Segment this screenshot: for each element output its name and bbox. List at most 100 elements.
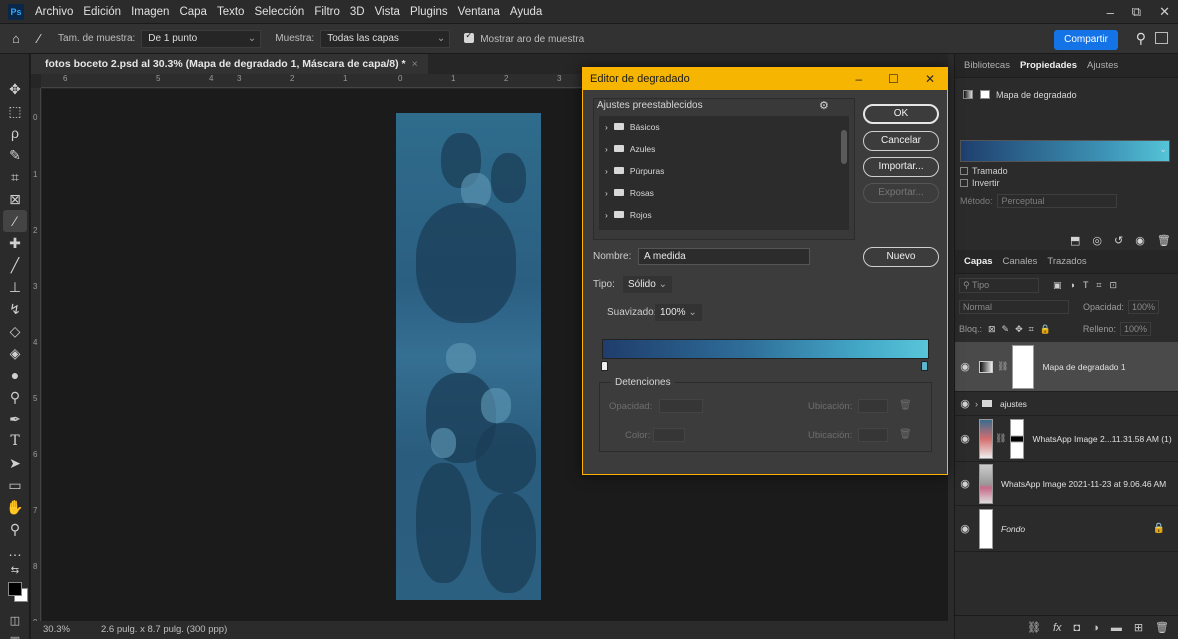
- pen-tool-icon[interactable]: ✒: [3, 408, 27, 430]
- export-button[interactable]: Exportar...: [863, 183, 939, 203]
- hand-tool-icon[interactable]: ✋: [3, 496, 27, 518]
- more-tools-icon[interactable]: …: [3, 540, 27, 562]
- trash-icon[interactable]: 🗑: [899, 400, 912, 411]
- ok-button[interactable]: OK: [863, 104, 939, 124]
- stop-color-location-field[interactable]: [858, 428, 888, 442]
- layer-mask-thumbnail[interactable]: [1010, 418, 1025, 459]
- visibility-icon[interactable]: ◉: [1135, 234, 1145, 247]
- document-info[interactable]: 2.6 pulg. x 8.7 pulg. (300 ppp): [101, 621, 227, 639]
- link-icon[interactable]: ⛓: [995, 433, 1006, 444]
- stop-location-field[interactable]: [858, 399, 888, 413]
- brush-tool-icon[interactable]: ╱: [3, 254, 27, 276]
- restore-icon[interactable]: ⧉: [1132, 4, 1141, 20]
- cancel-button[interactable]: Cancelar: [863, 131, 939, 151]
- preset-folder[interactable]: › Púrpuras: [599, 160, 849, 182]
- quick-mask-icon[interactable]: ◫: [3, 610, 27, 632]
- layer-row-background[interactable]: ◉ Fondo 🔒: [955, 506, 1178, 552]
- tab-libraries[interactable]: Bibliotecas: [959, 60, 1015, 71]
- quick-select-tool-icon[interactable]: ✎: [3, 144, 27, 166]
- reverse-option[interactable]: Invertir: [960, 178, 1000, 188]
- menu-filtro[interactable]: Filtro: [309, 0, 345, 24]
- move-tool-icon[interactable]: ✥: [3, 78, 27, 100]
- preset-folder[interactable]: › Azules: [599, 138, 849, 160]
- document-tab[interactable]: fotos boceto 2.psd al 30.3% (Mapa de deg…: [31, 54, 428, 74]
- gear-icon[interactable]: ⚙: [819, 99, 829, 112]
- healing-brush-tool-icon[interactable]: ✚: [3, 232, 27, 254]
- layer-row-whatsapp-2[interactable]: ◉ WhatsApp Image 2021-11-23 at 9.06.46 A…: [955, 462, 1178, 506]
- menu-imagen[interactable]: Imagen: [126, 0, 174, 24]
- stamp-tool-icon[interactable]: ⊥: [3, 276, 27, 298]
- workspace-icon[interactable]: [1155, 32, 1168, 44]
- frame-tool-icon[interactable]: ⊠: [3, 188, 27, 210]
- share-button[interactable]: Compartir: [1054, 30, 1118, 50]
- maximize-icon[interactable]: ☐: [888, 68, 899, 90]
- layer-mask-thumbnail[interactable]: [1012, 344, 1035, 389]
- checkbox-icon[interactable]: [960, 167, 968, 175]
- home-icon[interactable]: ⌂: [12, 31, 20, 46]
- foreground-color-swatch[interactable]: [8, 582, 22, 596]
- history-brush-tool-icon[interactable]: ↯: [3, 298, 27, 320]
- path-selection-tool-icon[interactable]: ➤: [3, 452, 27, 474]
- layer-row-gradient-map[interactable]: ◉ ⛓ Mapa de degradado 1: [955, 342, 1178, 392]
- dialog-titlebar[interactable]: Editor de degradado – ☐ ✕: [583, 68, 947, 90]
- eye-icon[interactable]: ◉: [955, 477, 975, 490]
- menu-ventana[interactable]: Ventana: [453, 0, 505, 24]
- menu-seleccion[interactable]: Selección: [249, 0, 309, 24]
- blend-mode-select[interactable]: Normal: [959, 300, 1069, 314]
- eraser-tool-icon[interactable]: ◇: [3, 320, 27, 342]
- tab-paths[interactable]: Trazados: [1042, 256, 1091, 267]
- adjustment-layer-icon[interactable]: ◑: [1092, 622, 1099, 634]
- presets-scrollbar[interactable]: [841, 130, 847, 164]
- color-stop-start[interactable]: [601, 361, 608, 371]
- clip-to-layer-icon[interactable]: ⬒: [1070, 234, 1080, 247]
- close-icon[interactable]: ×: [412, 58, 418, 70]
- chevron-down-icon[interactable]: ⌄: [1159, 144, 1167, 155]
- minimize-icon[interactable]: –: [1107, 5, 1114, 20]
- trash-icon[interactable]: 🗑: [1155, 621, 1169, 634]
- marquee-tool-icon[interactable]: ⬚: [3, 100, 27, 122]
- tab-channels[interactable]: Canales: [998, 256, 1043, 267]
- show-ring-option[interactable]: Mostrar aro de muestra: [464, 30, 584, 45]
- mask-icon[interactable]: [979, 90, 990, 99]
- opacity-input[interactable]: 100%: [1128, 300, 1160, 314]
- new-group-icon[interactable]: ▬: [1111, 622, 1122, 634]
- layer-row-group[interactable]: ◉ › ajustes: [955, 392, 1178, 416]
- fx-icon[interactable]: fx: [1053, 622, 1062, 634]
- menu-capa[interactable]: Capa: [174, 0, 212, 24]
- paint-bucket-tool-icon[interactable]: ◈: [3, 342, 27, 364]
- checkbox-icon[interactable]: [960, 179, 968, 187]
- type-select[interactable]: Sólido ⌄: [623, 276, 672, 293]
- preset-folder[interactable]: › Rojos: [599, 204, 849, 226]
- type-tool-icon[interactable]: T: [3, 430, 27, 452]
- zoom-level[interactable]: 30.3%: [43, 621, 70, 639]
- layer-thumbnail[interactable]: [979, 418, 993, 459]
- eye-icon[interactable]: ◉: [955, 522, 975, 535]
- name-field[interactable]: A medida: [638, 248, 810, 265]
- menu-archivo[interactable]: Archivo: [30, 0, 78, 24]
- search-icon[interactable]: ⚲: [1136, 30, 1146, 47]
- canvas-photo[interactable]: [396, 113, 541, 600]
- stop-opacity-field[interactable]: [659, 399, 703, 413]
- menu-plugins[interactable]: Plugins: [405, 0, 453, 24]
- reset-icon[interactable]: ↺: [1114, 234, 1123, 247]
- smoothness-select[interactable]: 100% ⌄: [655, 304, 702, 321]
- stop-color-swatch[interactable]: [653, 428, 685, 442]
- tab-adjustments[interactable]: Ajustes: [1082, 60, 1123, 71]
- presets-list[interactable]: › Básicos › Azules › Púrpuras › Rosas › Rojos: [599, 116, 849, 230]
- zoom-tool-icon[interactable]: ⚲: [3, 518, 27, 540]
- close-icon[interactable]: ✕: [1159, 4, 1170, 20]
- eye-icon[interactable]: ◉: [955, 360, 975, 373]
- gradient-bar[interactable]: [602, 339, 929, 359]
- link-layers-icon[interactable]: ⛓: [1027, 621, 1041, 634]
- screen-mode-icon[interactable]: ▣: [3, 630, 27, 639]
- link-icon[interactable]: ⛓: [997, 361, 1008, 372]
- fill-input[interactable]: 100%: [1119, 322, 1151, 336]
- layer-filter-select[interactable]: ⚲ Tipo: [959, 277, 1039, 293]
- color-stop-end[interactable]: [921, 361, 928, 371]
- lock-icons[interactable]: ⊠✎✥⌗🔒: [988, 324, 1057, 335]
- menu-vista[interactable]: Vista: [370, 0, 405, 24]
- trash-icon[interactable]: 🗑: [1157, 234, 1171, 247]
- menu-texto[interactable]: Texto: [212, 0, 250, 24]
- crop-tool-icon[interactable]: ⌗: [3, 166, 27, 188]
- sample-size-select[interactable]: De 1 punto ⌄: [141, 29, 262, 48]
